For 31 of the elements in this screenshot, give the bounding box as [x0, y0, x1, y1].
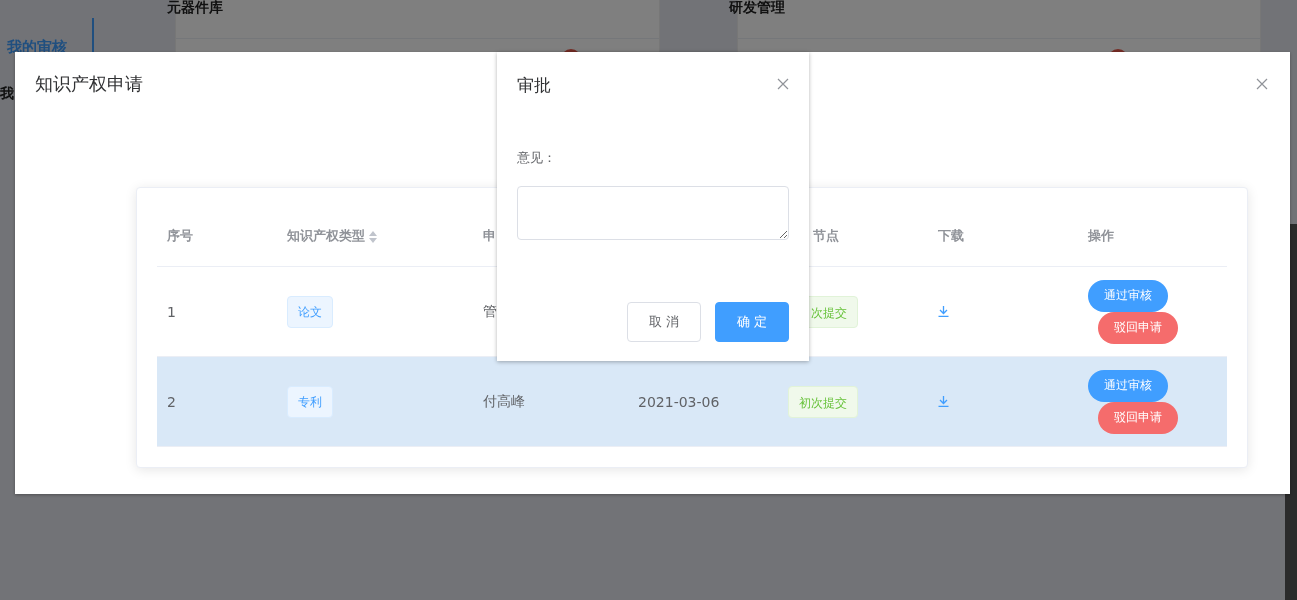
card-title: 研发管理: [729, 0, 785, 17]
type-tag: 专利: [287, 385, 333, 418]
field-label: 意见：: [517, 149, 556, 167]
table-cell: 管: [483, 302, 497, 321]
approve-button[interactable]: 通过审核: [1088, 369, 1168, 402]
dialog-title: 审批: [517, 74, 551, 97]
card-title: 元器件库: [167, 0, 223, 17]
column-header: 操作: [1088, 227, 1114, 245]
table-cell: 2: [167, 393, 176, 410]
type-tag: 论文: [287, 295, 333, 328]
reject-button[interactable]: 驳回申请: [1098, 401, 1178, 434]
column-header: 申: [483, 227, 496, 245]
column-header: 节点: [813, 227, 839, 245]
download-icon[interactable]: [938, 305, 949, 317]
approve-button[interactable]: 通过审核: [1088, 279, 1168, 312]
reject-button[interactable]: 驳回申请: [1098, 311, 1178, 344]
sort-icon[interactable]: [369, 230, 377, 243]
confirm-button[interactable]: 确 定: [715, 302, 789, 342]
column-header: 下载: [938, 227, 964, 245]
download-icon[interactable]: [938, 395, 949, 407]
status-tag: 初次提交: [788, 385, 858, 418]
cancel-button[interactable]: 取 消: [627, 302, 701, 342]
table-cell: 2021-03-06: [638, 393, 720, 410]
dialog-title: 知识产权申请: [35, 72, 143, 96]
comment-field[interactable]: [517, 186, 789, 240]
close-icon[interactable]: [1256, 78, 1268, 90]
column-header: 序号: [167, 227, 193, 245]
table-cell: 1: [167, 303, 176, 320]
column-header[interactable]: 知识产权类型: [287, 227, 365, 245]
close-icon[interactable]: [777, 78, 789, 90]
table-cell: 付高峰: [483, 392, 525, 411]
